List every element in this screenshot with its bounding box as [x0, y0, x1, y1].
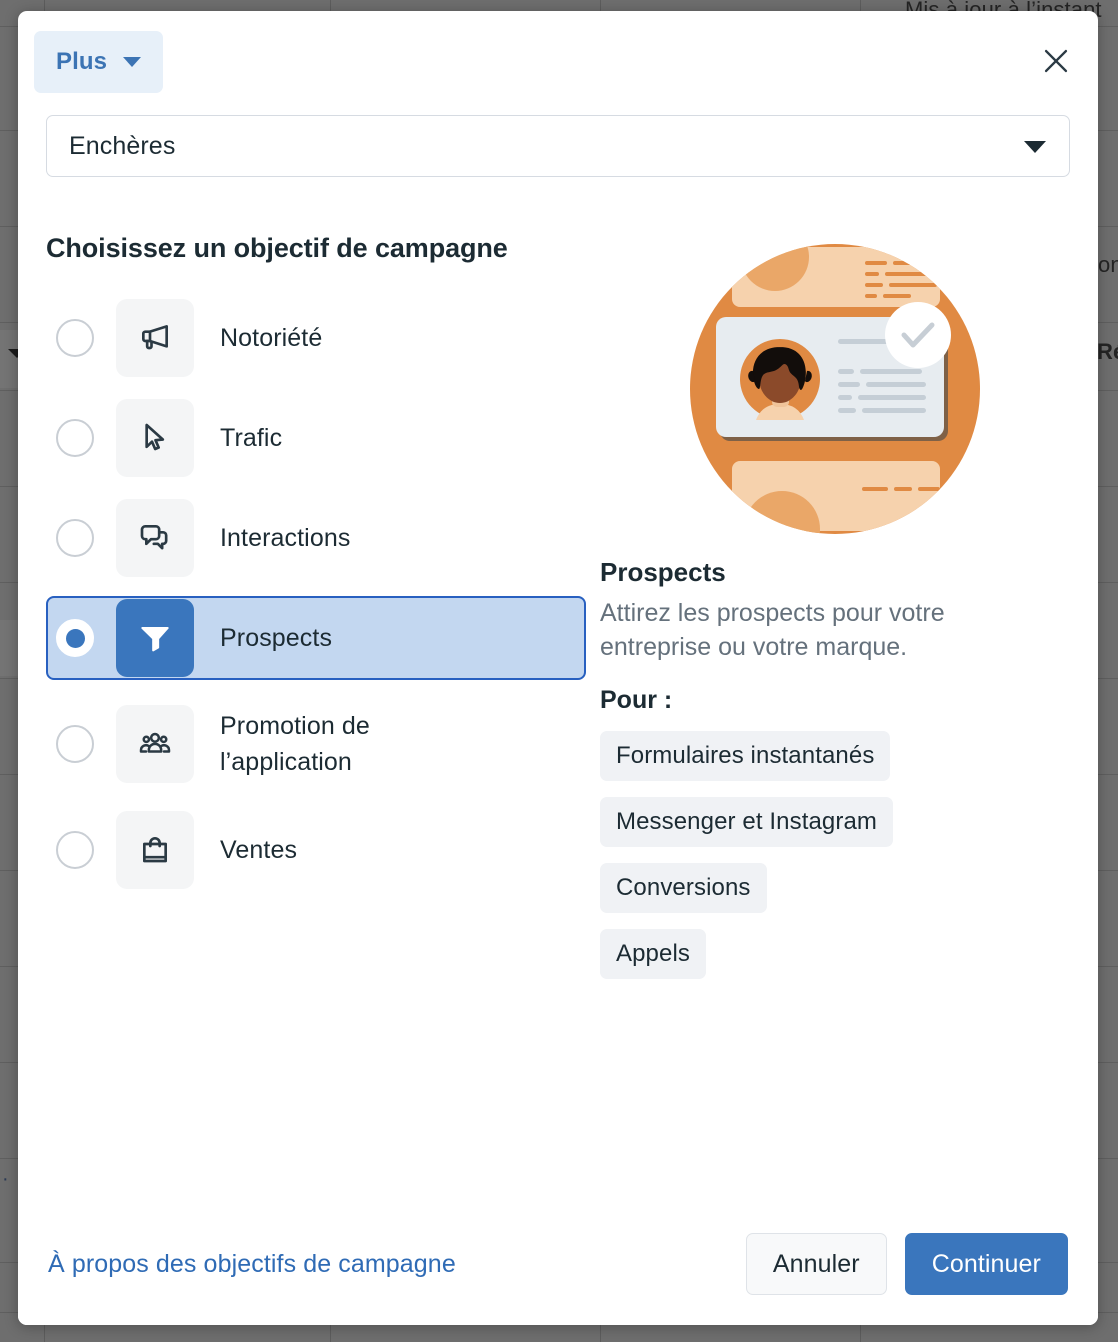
detail-chip: Conversions	[600, 863, 767, 913]
people-group-icon	[116, 705, 194, 783]
objective-label: Trafic	[220, 423, 283, 452]
objective-option-promotion-application[interactable]: Promotion de l’application	[46, 696, 586, 792]
objective-label: Prospects	[220, 623, 333, 652]
close-button[interactable]	[1032, 37, 1080, 85]
check-circle-icon	[885, 302, 951, 368]
radio-ventes[interactable]	[56, 831, 94, 869]
objective-option-ventes[interactable]: Ventes	[46, 808, 586, 892]
cursor-arrow-icon	[116, 399, 194, 477]
section-title: Choisissez un objectif de campagne	[46, 233, 508, 263]
about-campaign-objectives-link[interactable]: À propos des objectifs de campagne	[48, 1250, 456, 1279]
radio-promotion-application[interactable]	[56, 725, 94, 763]
objective-option-prospects[interactable]: Prospects	[46, 596, 586, 680]
continue-button[interactable]: Continuer	[904, 1233, 1068, 1295]
close-icon	[1044, 49, 1068, 73]
buying-type-value: Enchères	[69, 131, 176, 160]
footer-buttons: Annuler Continuer	[745, 1233, 1068, 1295]
lead-form-profile-card-illustration	[690, 244, 980, 534]
objective-option-notoriete[interactable]: Notoriété	[46, 296, 586, 380]
plus-button-label: Plus	[56, 48, 108, 75]
dialog-footer: À propos des objectifs de campagne Annul…	[18, 1217, 1098, 1325]
campaign-objective-dialog: Plus Enchères Choisissez un objectif de …	[18, 11, 1098, 1325]
detail-chip: Formulaires instantanés	[600, 731, 891, 781]
background-fragment-on: on	[1098, 252, 1118, 277]
dialog-header: Plus	[18, 11, 1098, 115]
radio-prospects[interactable]	[56, 619, 94, 657]
chevron-down-icon	[123, 57, 142, 67]
radio-interactions[interactable]	[56, 519, 94, 557]
shopping-bag-icon	[116, 811, 194, 889]
objective-label: Interactions	[220, 523, 351, 552]
objective-option-interactions[interactable]: Interactions	[46, 496, 586, 580]
objective-label: Notoriété	[220, 323, 323, 352]
radio-notoriete[interactable]	[56, 319, 94, 357]
objective-label: Ventes	[220, 835, 298, 864]
objective-list-column: Choisissez un objectif de campagne Notor…	[46, 233, 586, 979]
detail-title: Prospects	[600, 557, 726, 587]
illustration-wrap	[600, 233, 1070, 539]
detail-chip: Messenger et Instagram	[600, 797, 893, 847]
detail-chip: Appels	[600, 929, 706, 979]
objective-label: Promotion de l’application	[220, 711, 370, 776]
background-fragment-re: Ré	[1097, 339, 1118, 364]
detail-description: Attirez les prospects pour votre entrepr…	[600, 599, 945, 661]
funnel-icon	[116, 599, 194, 677]
buying-type-select-wrap: Enchères	[46, 115, 1070, 177]
objective-option-trafic[interactable]: Trafic	[46, 396, 586, 480]
objective-detail-panel: Prospects Attirez les prospects pour vot…	[586, 233, 1070, 979]
buying-type-select[interactable]: Enchères	[46, 115, 1070, 177]
dialog-body: Choisissez un objectif de campagne Notor…	[18, 177, 1098, 979]
plus-button[interactable]: Plus	[34, 31, 164, 93]
radio-trafic[interactable]	[56, 419, 94, 457]
chat-bubbles-icon	[116, 499, 194, 577]
detail-chip-list: Formulaires instantanés Messenger et Ins…	[600, 731, 1070, 979]
cancel-button[interactable]: Annuler	[745, 1233, 887, 1295]
detail-for-label: Pour :	[600, 686, 673, 714]
megaphone-icon	[116, 299, 194, 377]
